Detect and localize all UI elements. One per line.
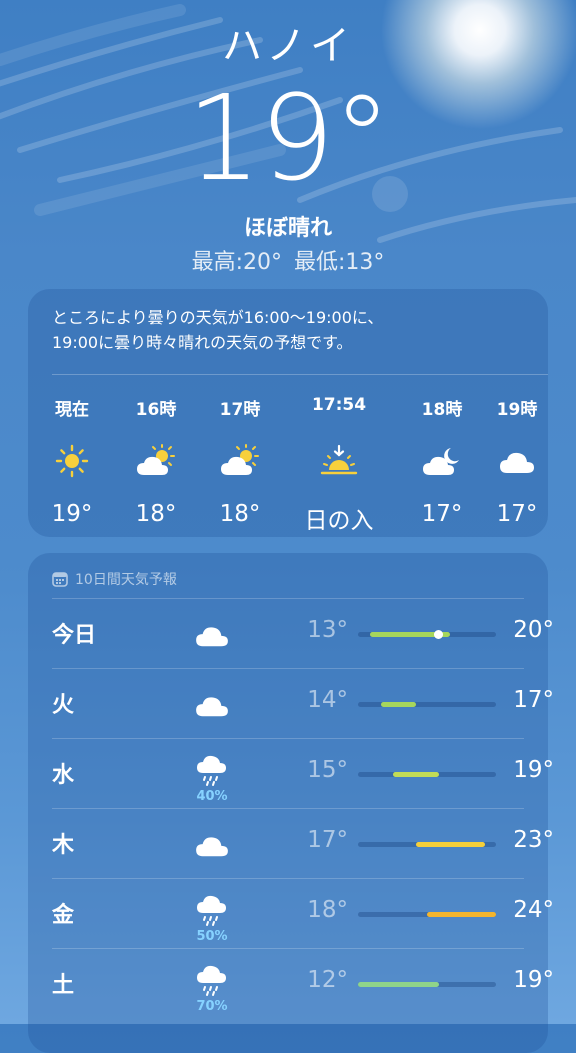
ten-day-header: 10日間天気予報 <box>52 569 177 589</box>
rain-icon <box>197 755 226 786</box>
low-temp: 13° <box>307 617 348 643</box>
day-label: 火 <box>52 693 75 718</box>
precip-chance: 70% <box>196 999 228 1014</box>
hour-temp: 日の入 <box>304 508 374 534</box>
hour-item: 18時 17° <box>402 395 482 527</box>
temp-range-bar <box>358 982 496 987</box>
hour-label: 17時 <box>219 400 261 420</box>
low-temp: 17° <box>307 827 348 853</box>
temp-range-bar <box>358 842 496 847</box>
current-temperature: 19° <box>186 69 391 207</box>
city-name: ハノイ <box>222 23 354 69</box>
hour-label: 19時 <box>496 400 538 420</box>
day-row[interactable]: 水 40% 15° 19° <box>52 738 554 809</box>
high-temp: 23° <box>513 827 554 853</box>
cloud-icon <box>196 627 228 647</box>
hourly-forecast-card[interactable]: ところにより曇りの天気が16:00～19:00に、 19:00に曇り時々晴れの天… <box>28 289 548 537</box>
precip-chance: 40% <box>196 789 228 804</box>
hour-temp: 17° <box>421 501 463 527</box>
temp-range-fill <box>358 982 439 987</box>
temp-range-bar <box>358 912 496 917</box>
summary-line-1: ところにより曇りの天気が16:00～19:00に、 <box>52 308 384 327</box>
cloudy-night-icon <box>423 448 459 475</box>
cloud-icon <box>196 697 228 717</box>
low-temp: 12° <box>307 967 348 993</box>
hour-label: 現在 <box>55 400 89 420</box>
sun-icon <box>55 444 89 478</box>
rain-icon <box>197 895 226 926</box>
ten-day-forecast-card[interactable]: 10日間天気予報 今日 13° 20° 火 14° 17° 水 40% 15° … <box>28 553 554 1053</box>
calendar-icon <box>52 572 68 587</box>
day-row[interactable]: 木 17° 23° <box>52 808 554 879</box>
partly-cloudy-icon <box>137 444 175 475</box>
high-temp: 19° <box>513 757 554 783</box>
ten-day-title: 10日間天気予報 <box>75 572 177 588</box>
hour-temp: 18° <box>219 501 261 527</box>
high-temp: 17° <box>513 687 554 713</box>
low-temp: 14° <box>307 687 348 713</box>
temp-range-fill <box>392 772 439 777</box>
summary-line-2: 19:00に曇り時々晴れの天気の予想です。 <box>52 333 353 352</box>
temp-range-fill <box>415 842 485 847</box>
cloud-icon <box>196 837 228 857</box>
high-temp: 20° <box>513 617 554 643</box>
low-temp: 15° <box>307 757 348 783</box>
partly-cloudy-icon <box>221 444 259 475</box>
temp-range-bar <box>358 702 496 707</box>
hour-temp: 18° <box>135 501 177 527</box>
day-label: 水 <box>52 763 75 788</box>
rain-icon <box>197 965 226 996</box>
day-label: 今日 <box>52 623 97 648</box>
day-label: 木 <box>52 833 75 858</box>
hour-item: 現在 19° <box>32 395 112 527</box>
day-label: 土 <box>52 973 75 998</box>
precip-chance: 50% <box>196 929 228 944</box>
high-temp: 最高:20° <box>191 250 282 275</box>
hour-temp: 19° <box>51 501 93 527</box>
current-temp-marker <box>434 630 443 639</box>
current-weather: ハノイ 19° ほぼ晴れ 最高:20° 最低:13° <box>0 20 576 278</box>
cloud-icon <box>500 452 534 473</box>
hour-item: 17:54 日の入 <box>284 395 394 535</box>
temp-range-fill <box>427 912 496 917</box>
hour-item: 16時 18° <box>116 395 196 527</box>
day-row[interactable]: 土 70% 12° 19° <box>52 948 554 1019</box>
temp-range-fill <box>381 702 416 707</box>
day-row[interactable]: 金 50% 18° 24° <box>52 878 554 949</box>
high-temp: 24° <box>513 897 554 923</box>
condition-text: ほぼ晴れ <box>243 216 332 241</box>
low-temp: 18° <box>307 897 348 923</box>
forecast-summary: ところにより曇りの天気が16:00～19:00に、 19:00に曇り時々晴れの天… <box>52 305 532 355</box>
sunset-icon <box>320 444 358 475</box>
hour-label: 18時 <box>421 400 463 420</box>
temp-range-bar <box>358 630 496 639</box>
day-row[interactable]: 今日 13° 20° <box>52 598 554 669</box>
divider <box>52 374 548 375</box>
low-temp: 最低:13° <box>294 250 385 275</box>
hour-label: 17:54 <box>311 395 367 415</box>
high-low: 最高:20° 最低:13° <box>0 248 576 278</box>
hour-item: 19時 17° <box>486 395 548 527</box>
hour-item: 17時 18° <box>200 395 280 527</box>
day-row[interactable]: 火 14° 17° <box>52 668 554 739</box>
day-label: 金 <box>52 903 75 928</box>
hour-temp: 17° <box>496 501 538 527</box>
temp-range-bar <box>358 772 496 777</box>
high-temp: 19° <box>513 967 554 993</box>
hour-label: 16時 <box>135 400 177 420</box>
